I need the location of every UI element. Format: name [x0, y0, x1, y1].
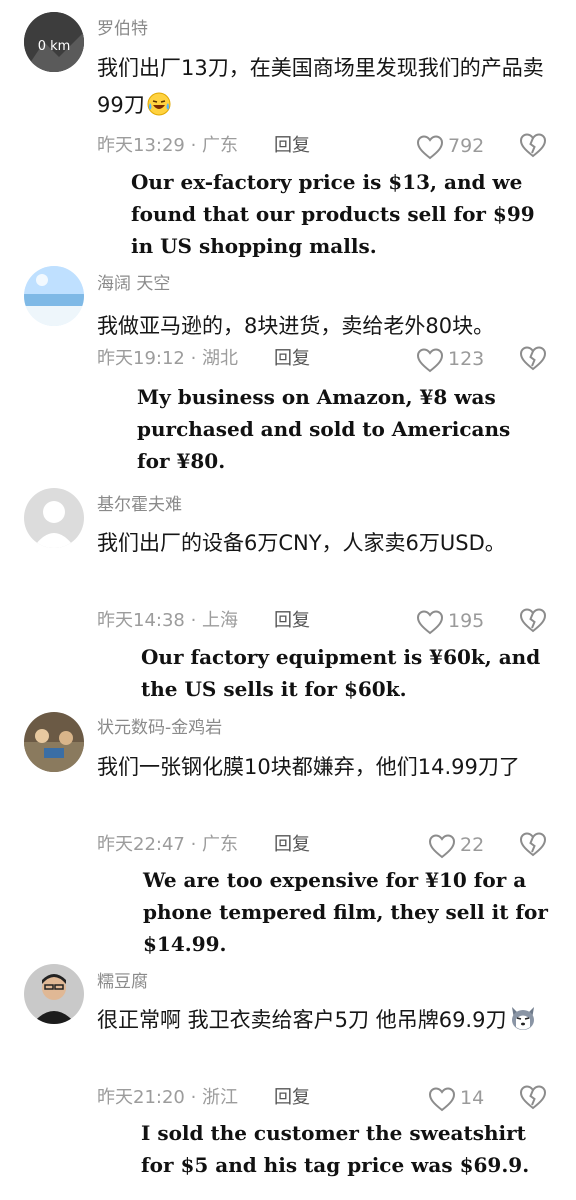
avatar[interactable]: [24, 712, 84, 772]
laughing-tears-emoji-icon: [147, 92, 171, 116]
like-button[interactable]: 123: [416, 345, 506, 375]
like-count: 22: [460, 834, 485, 856]
translation-text: We are too expensive for ¥10 for a phone…: [143, 868, 548, 956]
heart-icon: [416, 348, 444, 373]
translation-text: My business on Amazon, ¥8 was purchased …: [137, 385, 511, 473]
dislike-button[interactable]: [519, 1084, 547, 1112]
like-button[interactable]: 22: [428, 831, 518, 861]
avatar-image: 0 km: [24, 12, 84, 72]
comment-item: 0 km 罗伯特 我们出厂13刀，在美国商场里发现我们的产品卖99刀 昨天13:…: [0, 0, 576, 262]
comment-text: 很正常啊 我卫衣卖给客户5刀 他吊牌69.9刀: [97, 1008, 507, 1032]
comment-text: 我做亚马逊的，8块进货，卖给老外80块。: [97, 314, 495, 338]
comment-text-wrap: 很正常啊 我卫衣卖给客户5刀 他吊牌69.9刀: [97, 1002, 549, 1039]
like-button[interactable]: 792: [416, 132, 506, 162]
default-avatar-icon: [24, 488, 84, 548]
translation-text: Our ex-factory price is $13, and we foun…: [131, 170, 535, 258]
comment-text: 我们一张钢化膜10块都嫌弃，他们14.99刀了: [97, 755, 520, 779]
dislike-button[interactable]: [519, 831, 547, 859]
comment-text-wrap: 我们一张钢化膜10块都嫌弃，他们14.99刀了: [97, 749, 549, 786]
heart-icon: [416, 135, 444, 160]
avatar[interactable]: [24, 266, 84, 326]
username[interactable]: 糯豆腐: [97, 971, 148, 993]
translation-text: Our factory equipment is ¥60k, and the U…: [141, 645, 541, 701]
broken-heart-icon: [519, 832, 547, 857]
broken-heart-icon: [519, 608, 547, 633]
husky-dog-emoji-icon: [512, 1007, 535, 1030]
avatar-text: 0 km: [38, 39, 71, 54]
avatar-image: [24, 266, 84, 326]
broken-heart-icon: [519, 1085, 547, 1110]
username[interactable]: 海阔 天空: [97, 273, 170, 295]
dislike-button[interactable]: [519, 607, 547, 635]
reply-button[interactable]: 回复: [274, 1086, 310, 1110]
translation-text: I sold the customer the sweatshirt for $…: [141, 1121, 530, 1177]
comment-item: 糯豆腐 很正常啊 我卫衣卖给客户5刀 他吊牌69.9刀 昨天21:20 · 浙江…: [0, 958, 576, 1200]
comment-list: 0 km 罗伯特 我们出厂13刀，在美国商场里发现我们的产品卖99刀 昨天13:…: [0, 0, 576, 1200]
like-count: 123: [448, 348, 485, 370]
like-count: 195: [448, 610, 485, 632]
like-count: 792: [448, 135, 485, 157]
comment-text-wrap: 我们出厂13刀，在美国商场里发现我们的产品卖99刀: [97, 50, 549, 124]
avatar[interactable]: [24, 488, 84, 548]
comment-meta: 昨天13:29 · 广东: [97, 135, 239, 156]
broken-heart-icon: [519, 133, 547, 158]
like-count: 14: [460, 1087, 485, 1109]
comment-item: 状元数码-金鸡岩 我们一张钢化膜10块都嫌弃，他们14.99刀了 昨天22:47…: [0, 706, 576, 958]
heart-icon: [428, 1087, 456, 1112]
heart-icon: [428, 834, 456, 859]
dislike-button[interactable]: [519, 345, 547, 373]
heart-icon: [416, 610, 444, 635]
comment-text-wrap: 我做亚马逊的，8块进货，卖给老外80块。: [97, 308, 549, 345]
comment-text-wrap: 我们出厂的设备6万CNY，人家卖6万USD。: [97, 525, 549, 562]
avatar-image: [24, 964, 84, 1024]
like-button[interactable]: 195: [416, 607, 506, 637]
dislike-button[interactable]: [519, 132, 547, 160]
comment-item: 基尔霍夫难 我们出厂的设备6万CNY，人家卖6万USD。 昨天14:38 · 上…: [0, 484, 576, 706]
comment-meta: 昨天19:12 · 湖北: [97, 348, 239, 369]
comment-text: 我们出厂的设备6万CNY，人家卖6万USD。: [97, 531, 506, 555]
broken-heart-icon: [519, 346, 547, 371]
avatar[interactable]: 0 km: [24, 12, 84, 72]
reply-button[interactable]: 回复: [274, 833, 310, 857]
comment-meta: 昨天22:47 · 广东: [97, 834, 239, 855]
reply-button[interactable]: 回复: [274, 347, 310, 371]
username[interactable]: 基尔霍夫难: [97, 494, 182, 516]
username[interactable]: 状元数码-金鸡岩: [97, 717, 222, 739]
comment-meta: 昨天14:38 · 上海: [97, 610, 239, 631]
comment-item: 海阔 天空 我做亚马逊的，8块进货，卖给老外80块。 昨天19:12 · 湖北 …: [0, 262, 576, 484]
reply-button[interactable]: 回复: [274, 134, 310, 158]
avatar[interactable]: [24, 964, 84, 1024]
comment-meta: 昨天21:20 · 浙江: [97, 1087, 239, 1108]
avatar-image: [24, 712, 84, 772]
reply-button[interactable]: 回复: [274, 609, 310, 633]
username[interactable]: 罗伯特: [97, 18, 148, 40]
like-button[interactable]: 14: [428, 1084, 518, 1114]
